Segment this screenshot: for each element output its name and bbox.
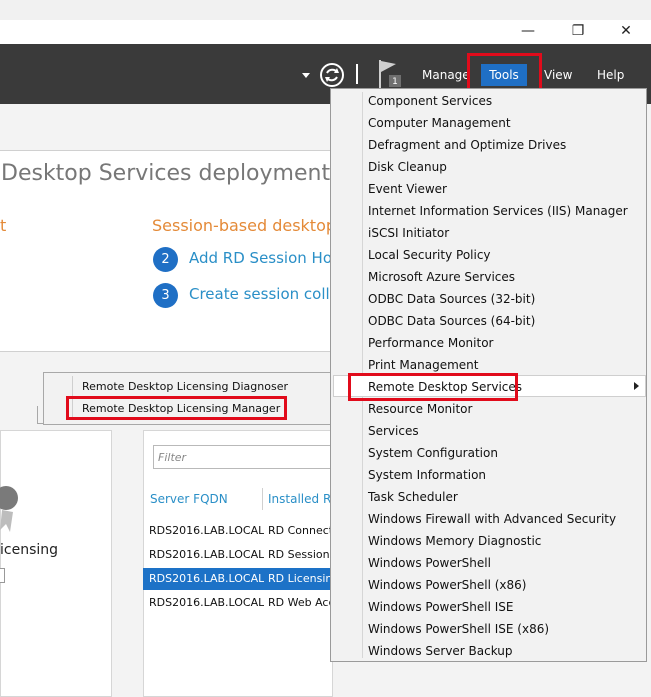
close-icon[interactable]: ✕ bbox=[614, 22, 638, 40]
menu-item-local-security-policy[interactable]: Local Security Policy bbox=[368, 244, 645, 266]
installed-role-cell: RD Session bbox=[268, 548, 330, 561]
server-fqdn-cell: RDS2016.LAB.LOCAL bbox=[149, 596, 265, 609]
notification-count-badge: 1 bbox=[392, 77, 398, 87]
installed-role-cell: RD Licensin bbox=[268, 572, 333, 585]
server-fqdn-cell: RDS2016.LAB.LOCAL bbox=[149, 572, 265, 585]
menu-item-powershell-x86[interactable]: Windows PowerShell (x86) bbox=[368, 574, 645, 596]
toolbar-separator bbox=[356, 64, 358, 84]
filter-placeholder: Filter bbox=[158, 451, 187, 464]
menu-item-iscsi-initiator[interactable]: iSCSI Initiator bbox=[368, 222, 645, 244]
menu-item-system-information[interactable]: System Information bbox=[368, 464, 645, 486]
menu-item-memory-diagnostic[interactable]: Windows Memory Diagnostic bbox=[368, 530, 645, 552]
menu-item-task-scheduler[interactable]: Task Scheduler bbox=[368, 486, 645, 508]
licensing-role-card bbox=[0, 430, 112, 697]
menu-item-performance-monitor[interactable]: Performance Monitor bbox=[368, 332, 645, 354]
menu-item-computer-management[interactable]: Computer Management bbox=[368, 112, 645, 134]
restore-icon[interactable]: ❐ bbox=[566, 22, 590, 40]
menu-item-defragment[interactable]: Defragment and Optimize Drives bbox=[368, 134, 645, 156]
session-based-header: Session-based desktop bbox=[152, 216, 337, 235]
menu-item-resource-monitor[interactable]: Resource Monitor bbox=[368, 398, 645, 420]
table-row[interactable]: RDS2016.LAB.LOCAL RD Web Acc bbox=[143, 592, 333, 614]
certificate-ribbon-icon bbox=[0, 486, 18, 532]
left-section-header-fragment: t bbox=[0, 216, 7, 235]
refresh-icon[interactable] bbox=[318, 61, 346, 89]
server-fqdn-cell: RDS2016.LAB.LOCAL bbox=[149, 524, 265, 537]
table-row[interactable]: RDS2016.LAB.LOCAL RD Session bbox=[143, 544, 333, 566]
step-3-badge: 3 bbox=[153, 283, 178, 308]
table-row-selected[interactable]: RDS2016.LAB.LOCAL RD Licensin bbox=[143, 568, 333, 590]
titlebar-strip bbox=[0, 0, 651, 20]
menu-item-azure-services[interactable]: Microsoft Azure Services bbox=[368, 266, 645, 288]
menu-item-disk-cleanup[interactable]: Disk Cleanup bbox=[368, 156, 645, 178]
menu-item-windows-firewall[interactable]: Windows Firewall with Advanced Security bbox=[368, 508, 645, 530]
menu-item-powershell-ise[interactable]: Windows PowerShell ISE bbox=[368, 596, 645, 618]
server-fqdn-cell: RDS2016.LAB.LOCAL bbox=[149, 548, 265, 561]
table-row[interactable]: RDS2016.LAB.LOCAL RD Connect bbox=[143, 520, 333, 542]
menu-item-services[interactable]: Services bbox=[368, 420, 645, 442]
dropdown-arrow-icon[interactable] bbox=[300, 70, 312, 80]
menu-help[interactable]: Help bbox=[597, 68, 624, 82]
menu-item-powershell[interactable]: Windows PowerShell bbox=[368, 552, 645, 574]
menu-item-odbc-64[interactable]: ODBC Data Sources (64-bit) bbox=[368, 310, 645, 332]
remote-desktop-services-highlight-box bbox=[348, 373, 518, 401]
minimize-icon[interactable]: — bbox=[516, 22, 540, 40]
window-titlebar bbox=[0, 0, 651, 44]
card-checkbox-fragment[interactable] bbox=[0, 568, 5, 583]
menu-item-component-services[interactable]: Component Services bbox=[368, 90, 645, 112]
menu-manage[interactable]: Manage bbox=[422, 68, 470, 82]
menu-item-server-backup[interactable]: Windows Server Backup bbox=[368, 640, 645, 662]
menu-item-system-configuration[interactable]: System Configuration bbox=[368, 442, 645, 464]
installed-role-cell: RD Connect bbox=[268, 524, 333, 537]
create-session-collection-link[interactable]: Create session colle bbox=[189, 285, 339, 303]
licensing-card-label: icensing bbox=[0, 542, 59, 558]
menu-view[interactable]: View bbox=[544, 68, 572, 82]
step-2-badge: 2 bbox=[153, 247, 178, 272]
deployment-title: Desktop Services deployment bbox=[1, 161, 331, 186]
menu-item-powershell-ise-x86[interactable]: Windows PowerShell ISE (x86) bbox=[368, 618, 645, 640]
column-installed-role[interactable]: Installed Ro bbox=[268, 492, 338, 506]
menu-item-event-viewer[interactable]: Event Viewer bbox=[368, 178, 645, 200]
add-rd-session-host-link[interactable]: Add RD Session Hos bbox=[189, 249, 340, 267]
submenu-arrow-icon bbox=[634, 382, 639, 390]
installed-role-cell: RD Web Acc bbox=[268, 596, 333, 609]
licensing-diagnoser-item[interactable]: Remote Desktop Licensing Diagnoser bbox=[82, 380, 288, 393]
menu-item-iis-manager[interactable]: Internet Information Services (IIS) Mana… bbox=[368, 200, 645, 222]
licensing-manager-highlight-box bbox=[66, 396, 287, 420]
column-server-fqdn[interactable]: Server FQDN bbox=[150, 492, 228, 506]
menu-item-odbc-32[interactable]: ODBC Data Sources (32-bit) bbox=[368, 288, 645, 310]
column-divider bbox=[262, 488, 263, 510]
